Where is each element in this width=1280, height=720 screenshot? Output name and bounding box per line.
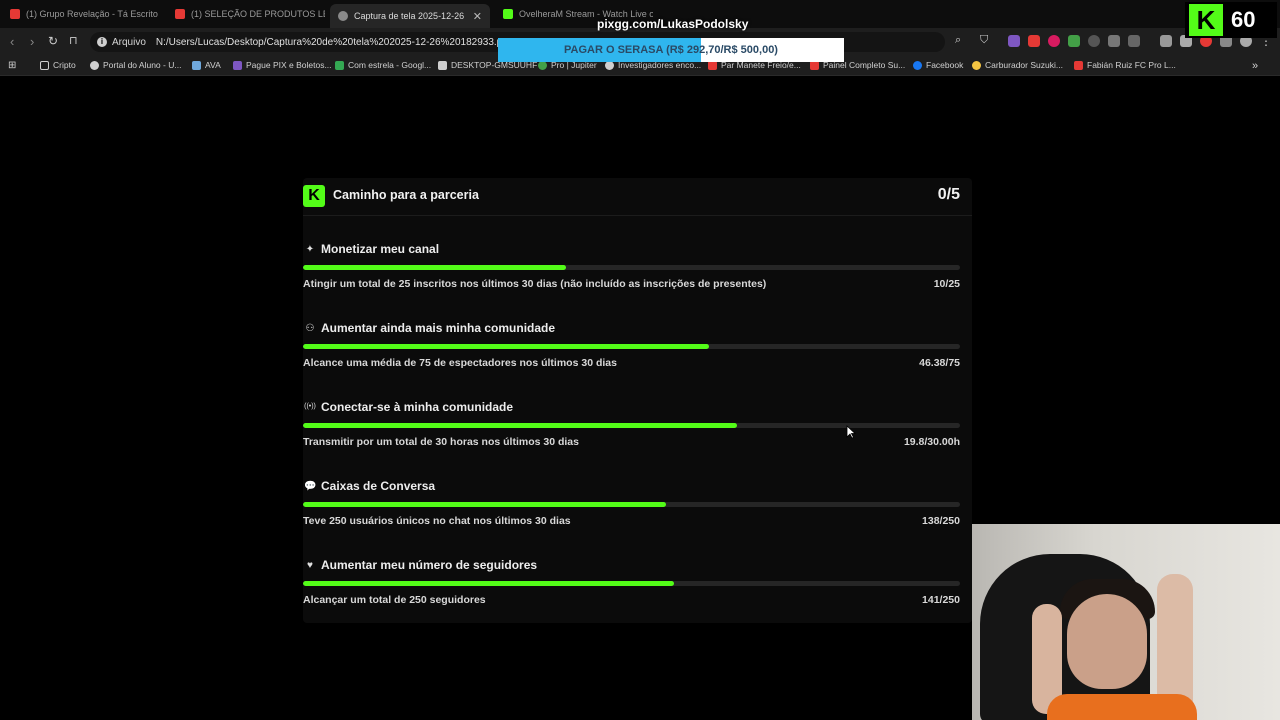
- bookmark-ava[interactable]: AVA: [192, 60, 221, 70]
- pix-icon: [233, 60, 242, 70]
- goal-value: 46.38/75: [919, 357, 960, 369]
- forward-icon[interactable]: ›: [30, 34, 34, 49]
- community-icon: ⚇: [305, 323, 315, 334]
- goal-value: 10/25: [933, 278, 960, 290]
- url-text: N:/Users/Lucas/Desktop/Captura%20de%20te…: [155, 36, 514, 48]
- bookmark-icon[interactable]: ⊓: [69, 34, 78, 47]
- goal-description: Alcance uma média de 75 de espectadores …: [303, 357, 617, 369]
- tab-label: Captura de tela 2025-12-26 182: [354, 11, 467, 21]
- webcam-feed: [972, 524, 1280, 720]
- bookmark-cripto[interactable]: Cripto: [40, 60, 76, 70]
- bookmark-pague-pix[interactable]: Pague PIX e Boletos...: [233, 60, 332, 70]
- goal-title: Caixas de Conversa: [321, 479, 436, 493]
- tab-grupo-revelacao[interactable]: (1) Grupo Revelação - Tá Escrito (Ao: [10, 4, 160, 24]
- extension-icon[interactable]: [1048, 35, 1060, 47]
- goal-progress-fill: [303, 265, 566, 270]
- goal-progress-fill: [303, 344, 710, 349]
- more-bookmarks-icon[interactable]: »: [1252, 60, 1258, 72]
- webcam-face: [1067, 594, 1147, 689]
- monitor-icon: [438, 60, 447, 70]
- tab-selecao-produtos[interactable]: (1) SELEÇÃO DE PRODUTOS LEGAIS: [175, 4, 325, 24]
- donation-username: pixgg.com/LukasPodolsky: [597, 17, 749, 31]
- goal-title: Aumentar meu número de seguidores: [321, 558, 538, 572]
- store-icon: [972, 60, 981, 70]
- goal-progress-track: [303, 265, 960, 270]
- goal-item: ♥ Aumentar meu número de seguidores Alca…: [303, 557, 960, 627]
- apps-grid-icon[interactable]: ⊞: [8, 60, 16, 71]
- tab-label: (1) SELEÇÃO DE PRODUTOS LEGAIS: [191, 9, 325, 19]
- globe-icon: [90, 60, 99, 70]
- goal-title: Conectar-se à minha comunidade: [321, 400, 514, 414]
- tab-captura-active[interactable]: Captura de tela 2025-12-26 182 ✕: [330, 4, 490, 28]
- goal-description: Alcançar um total de 250 seguidores: [303, 594, 486, 606]
- goal-progress-track: [303, 423, 960, 428]
- drive-icon: [335, 60, 344, 70]
- youtube-icon: [175, 9, 185, 19]
- puzzle-icon[interactable]: [1108, 35, 1120, 47]
- tab-label: (1) Grupo Revelação - Tá Escrito (Ao: [26, 9, 160, 19]
- goal-progress-track: [303, 581, 960, 586]
- sparkle-icon: ✦: [305, 244, 315, 255]
- goal-description: Atingir um total de 25 inscritos nos últ…: [303, 278, 767, 290]
- partnership-card: K Caminho para a parceria 0/5 ✦ Monetiza…: [303, 178, 972, 623]
- goal-progress-fill: [303, 502, 666, 507]
- kick-icon: [503, 9, 513, 19]
- goal-description: Transmitir por um total de 30 horas nos …: [303, 436, 579, 448]
- url-protocol: Arquivo: [112, 36, 146, 48]
- extension-icon[interactable]: [1068, 35, 1080, 47]
- folder-icon: [40, 60, 49, 70]
- goal-progress-track: [303, 344, 960, 349]
- goal-item: ((•)) Conectar-se à minha comunidade Tra…: [303, 399, 960, 469]
- goal-value: 141/250: [922, 594, 960, 606]
- shield-icon[interactable]: ⛉: [980, 34, 988, 47]
- heart-icon: ♥: [307, 560, 313, 571]
- bookmark-facebook[interactable]: Facebook: [913, 60, 963, 70]
- goal-item: ✦ Monetizar meu canal Atingir um total d…: [303, 241, 960, 311]
- donation-goal-bar: PAGAR O SERASA (R$ 292,70/R$ 500,00): [498, 38, 844, 62]
- back-icon[interactable]: ‹: [10, 34, 14, 49]
- close-tab-icon[interactable]: ✕: [473, 10, 482, 23]
- goal-title: Monetizar meu canal: [321, 242, 440, 256]
- youtube-icon: [10, 9, 20, 19]
- bookmark-carburador[interactable]: Carburador Suzuki...: [972, 60, 1063, 70]
- sidebar-icon[interactable]: [1128, 35, 1140, 47]
- goal-progress-track: [303, 502, 960, 507]
- zoom-icon[interactable]: ⌕: [955, 34, 961, 47]
- bookmark-fabian[interactable]: Fabián Ruiz FC Pro L...: [1074, 60, 1176, 70]
- bookmark-portal-aluno[interactable]: Portal do Aluno - U...: [90, 60, 181, 70]
- youtube-icon: [1074, 60, 1083, 70]
- chat-icon: 💬: [304, 481, 317, 492]
- kick-logo-icon: K: [303, 185, 325, 207]
- card-header: K Caminho para a parceria 0/5: [303, 178, 972, 216]
- kick-viewer-badge: K 60: [1185, 2, 1277, 38]
- card-progress-count: 0/5: [937, 186, 960, 203]
- goal-progress-fill: [303, 423, 737, 428]
- info-icon[interactable]: i: [97, 37, 107, 47]
- goal-description: Teve 250 usuários únicos no chat nos últ…: [303, 515, 571, 527]
- bookmark-com-estrela[interactable]: Com estrela - Googl...: [335, 60, 431, 70]
- goal-title: Aumentar ainda mais minha comunidade: [321, 321, 556, 335]
- reload-icon[interactable]: ↻: [48, 34, 58, 48]
- music-icon[interactable]: [1160, 35, 1172, 47]
- webcam-shirt: [1047, 694, 1197, 720]
- goal-progress-fill: [303, 581, 674, 586]
- viewer-count: 60: [1231, 7, 1256, 32]
- kick-logo-icon: K: [1189, 4, 1223, 36]
- goal-value: 138/250: [922, 515, 960, 527]
- mouse-cursor-icon: [846, 425, 856, 439]
- goal-item: 💬 Caixas de Conversa Teve 250 usuários ú…: [303, 478, 960, 548]
- goal-item: ⚇ Aumentar ainda mais minha comunidade A…: [303, 320, 960, 390]
- ava-icon: [192, 60, 201, 70]
- broadcast-icon: ((•)): [304, 403, 316, 410]
- extension-icon[interactable]: [1028, 35, 1040, 47]
- globe-icon: [338, 11, 348, 21]
- facebook-icon: [913, 60, 922, 70]
- card-title: Caminho para a parceria: [333, 188, 479, 202]
- extension-icon[interactable]: [1088, 35, 1100, 47]
- goal-value: 19.8/30.00h: [903, 436, 960, 448]
- extension-icon[interactable]: [1008, 35, 1020, 47]
- donation-goal-label: PAGAR O SERASA (R$ 292,70/R$ 500,00): [564, 44, 778, 56]
